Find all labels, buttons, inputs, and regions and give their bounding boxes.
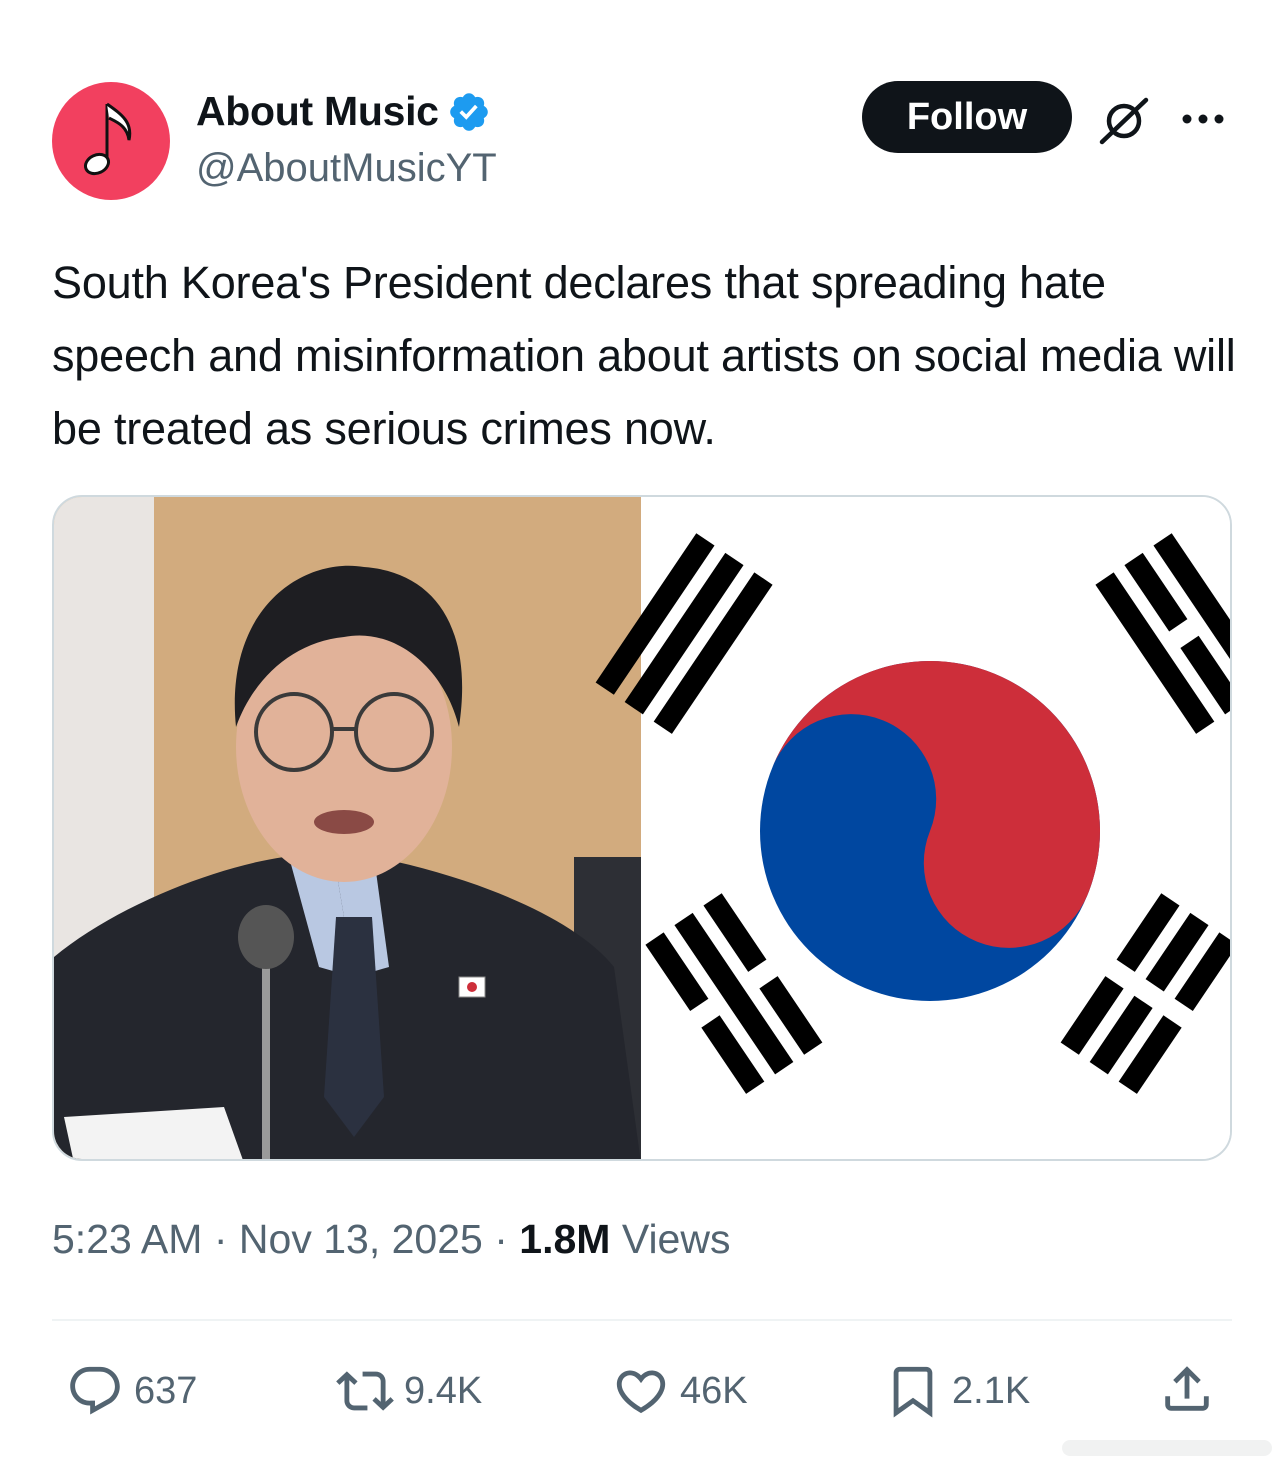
reply-count: 637 (134, 1369, 198, 1412)
tweet-date[interactable]: Nov 13, 2025 (239, 1216, 483, 1262)
author-name-row[interactable]: About Music (196, 88, 491, 135)
divider (52, 1319, 1232, 1321)
tweet-time[interactable]: 5:23 AM (52, 1216, 202, 1262)
tweet-meta: 5:23 AM · Nov 13, 2025 · 1.8M Views (52, 1216, 730, 1263)
meta-separator: · (494, 1216, 508, 1262)
views-count: 1.8M (519, 1216, 611, 1262)
watermark-bar (1062, 1440, 1272, 1456)
tweet-media[interactable] (52, 495, 1232, 1161)
music-note-icon (83, 102, 132, 176)
author-handle[interactable]: @AboutMusicYT (196, 146, 497, 191)
tweet-text: South Korea's President declares that sp… (52, 257, 1236, 454)
bookmark-icon (893, 1366, 933, 1418)
follow-button[interactable]: Follow (862, 81, 1072, 153)
repost-button[interactable]: 9.4K (336, 1362, 482, 1420)
reply-button[interactable]: 637 (66, 1362, 197, 1420)
verified-badge-icon (449, 92, 488, 131)
like-count: 46K (680, 1369, 748, 1412)
like-button[interactable]: 46K (612, 1362, 748, 1420)
author-name[interactable]: About Music (196, 88, 439, 135)
bookmark-count: 2.1K (952, 1369, 1031, 1412)
views-label: Views (621, 1216, 731, 1262)
photo-man-speaking-at-microphone[interactable] (54, 497, 641, 1161)
south-korea-flag[interactable] (595, 497, 1232, 1161)
meta-separator: · (213, 1216, 228, 1262)
repost-count: 9.4K (404, 1369, 483, 1412)
share-icon[interactable] (1158, 1360, 1216, 1418)
reply-icon (70, 1366, 120, 1415)
avatar[interactable] (52, 82, 170, 200)
more-dots-icon[interactable] (1178, 102, 1228, 136)
grok-icon[interactable] (1096, 96, 1152, 146)
bookmark-button[interactable]: 2.1K (884, 1362, 1030, 1420)
repost-icon (336, 1371, 394, 1411)
heart-icon (616, 1370, 666, 1414)
